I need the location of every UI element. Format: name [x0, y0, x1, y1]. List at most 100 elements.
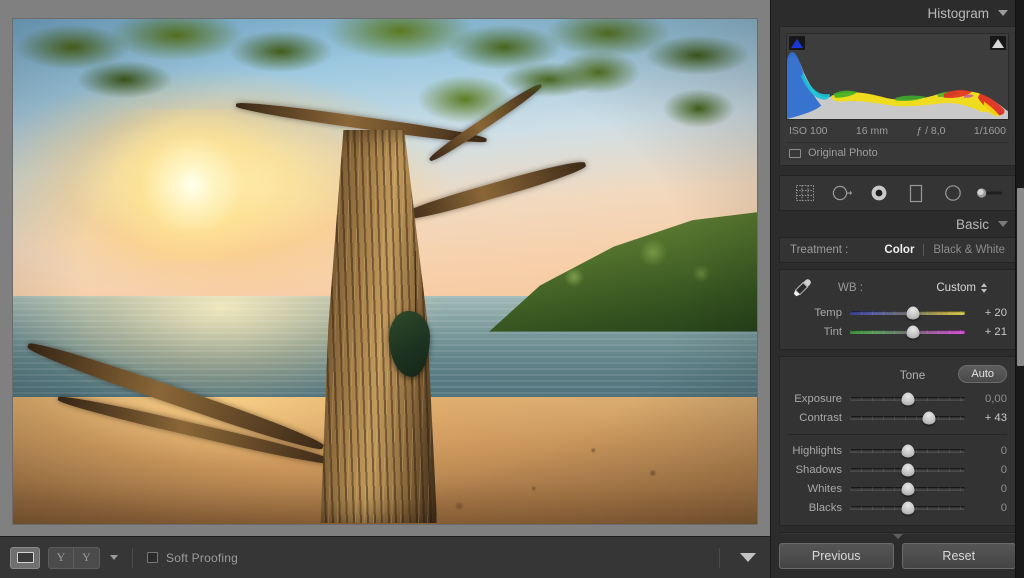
stepper-updown-icon[interactable]: [981, 283, 987, 293]
slider-contrast[interactable]: Contrast + 43: [788, 408, 1007, 427]
basic-panel-body: Treatment : Color Black & White WB: Cus…: [779, 237, 1016, 534]
scrollbar-thumb[interactable]: [1017, 188, 1024, 366]
radial-filter-tool[interactable]: [939, 181, 967, 205]
slider-temp-handle[interactable]: [906, 306, 920, 319]
white-balance-value[interactable]: Custom: [936, 282, 1007, 294]
exif-shutter-speed: 1/1600: [973, 125, 1006, 137]
original-photo-row[interactable]: Original Photo: [786, 142, 1009, 159]
spot-removal-tool[interactable]: [828, 181, 856, 205]
before-after-right-button[interactable]: Y: [74, 546, 100, 569]
auto-tone-button[interactable]: Auto: [958, 365, 1007, 383]
slider-temp-value[interactable]: + 20: [965, 307, 1007, 319]
slider-blacks-value[interactable]: 0: [965, 502, 1007, 514]
rectangle-icon: [789, 148, 801, 158]
slider-tint-label: Tint: [823, 325, 842, 338]
bottom-toolbar: Y Y Soft Proofing: [0, 536, 770, 578]
right-panel-scrollbar[interactable]: [1015, 0, 1024, 578]
panel-footer: Previous Reset: [771, 534, 1024, 578]
slider-tint-track-wrap[interactable]: [850, 325, 965, 339]
slider-tint-handle[interactable]: [906, 325, 920, 338]
exif-aperture: ƒ / 8,0: [916, 125, 946, 137]
white-balance-group: WB : Custom Temp + 20 Tint + 21: [779, 269, 1016, 350]
treatment-option-color[interactable]: Color: [884, 244, 914, 256]
slider-blacks-handle[interactable]: [901, 501, 914, 514]
toolbar-divider: [132, 547, 133, 568]
chevron-down-icon[interactable]: [740, 553, 756, 562]
photo-hanging-rope: [414, 250, 417, 317]
slider-whites-value[interactable]: 0: [965, 483, 1007, 495]
loupe-view-button[interactable]: [10, 546, 40, 569]
white-balance-label: WB :: [838, 282, 863, 294]
graduated-filter-tool[interactable]: [902, 181, 930, 205]
slider-blacks[interactable]: Blacks 0: [788, 498, 1007, 517]
tone-header: Tone Auto: [788, 364, 1007, 386]
slider-whites-handle[interactable]: [901, 482, 914, 495]
slider-contrast-track-wrap[interactable]: [850, 411, 965, 425]
photo-frame[interactable]: [13, 18, 757, 524]
circle-arrow-icon: [832, 185, 852, 201]
slider-highlights-value[interactable]: 0: [965, 445, 1007, 457]
slider-exposure-track-wrap[interactable]: [850, 392, 965, 406]
photo-canopy-foliage-right: [340, 38, 757, 191]
slider-exposure[interactable]: Exposure 0,00: [788, 389, 1007, 408]
highlight-clipping-triangle-icon: [992, 38, 1004, 48]
red-eye-correction-tool[interactable]: [865, 181, 893, 205]
slider-exposure-value[interactable]: 0,00: [965, 393, 1007, 405]
treatment-options: Color Black & White: [884, 244, 1005, 256]
slider-highlights[interactable]: Highlights 0: [788, 441, 1007, 460]
slider-shadows-track-wrap[interactable]: [850, 463, 965, 477]
slider-temp[interactable]: Temp + 20: [788, 303, 1007, 322]
slider-contrast-value[interactable]: + 43: [965, 412, 1007, 424]
slider-highlights-track-wrap[interactable]: [850, 444, 965, 458]
slider-exposure-handle[interactable]: [901, 392, 914, 405]
slider-blacks-track-wrap[interactable]: [850, 501, 965, 515]
content-area: Y Y Soft Proofing: [0, 0, 770, 578]
slider-contrast-track[interactable]: [850, 415, 965, 420]
slider-tint[interactable]: Tint + 21: [788, 322, 1007, 341]
reset-button[interactable]: Reset: [901, 543, 1016, 569]
crop-overlay-tool[interactable]: [791, 181, 819, 205]
photo-preview[interactable]: [13, 18, 757, 524]
before-after-dropdown-icon[interactable]: [110, 555, 118, 560]
crop-grid-icon: [795, 185, 814, 201]
right-panel: Histogram ISO 100 16 mm ƒ / 8,0 1/1600 O…: [770, 0, 1024, 578]
triangle-down-icon[interactable]: [998, 221, 1008, 227]
stepper-down-icon: [981, 289, 987, 293]
histogram-curve: [787, 51, 1008, 119]
slider-shadows-value[interactable]: 0: [965, 464, 1007, 476]
treatment-option-black-and-white[interactable]: Black & White: [933, 244, 1005, 256]
slider-whites-track-wrap[interactable]: [850, 482, 965, 496]
soft-proofing-checkbox[interactable]: [147, 552, 158, 563]
slider-contrast-handle[interactable]: [922, 411, 936, 424]
treatment-row: Treatment : Color Black & White: [779, 237, 1016, 263]
adjustment-brush-tool[interactable]: [976, 181, 1004, 205]
slider-highlights-handle[interactable]: [901, 444, 914, 457]
panel-collapse-triangle-icon[interactable]: [892, 534, 903, 539]
slider-shadows-handle[interactable]: [901, 463, 914, 476]
before-after-left-button[interactable]: Y: [48, 546, 74, 569]
slider-whites[interactable]: Whites 0: [788, 479, 1007, 498]
highlight-clipping-indicator[interactable]: [990, 36, 1006, 50]
image-stage[interactable]: [0, 0, 770, 536]
slider-shadows[interactable]: Shadows 0: [788, 460, 1007, 479]
basic-panel-header[interactable]: Basic: [771, 211, 1024, 237]
previous-button[interactable]: Previous: [779, 543, 894, 569]
white-balance-selector-button[interactable]: [788, 277, 814, 299]
treatment-divider: [923, 244, 925, 256]
tone-divider: [788, 434, 1007, 435]
tone-group: Tone Auto Exposure 0,00 Contrast + 43 Hi…: [779, 356, 1016, 526]
lightroom-develop-window: Y Y Soft Proofing Histogram ISO 100 16 m…: [0, 0, 1024, 578]
slider-whites-label: Whites: [807, 482, 842, 495]
slider-temp-label: Temp: [814, 306, 842, 319]
slider-tint-value[interactable]: + 21: [965, 326, 1007, 338]
triangle-down-icon[interactable]: [998, 10, 1008, 16]
stepper-up-icon: [981, 283, 987, 287]
histogram-box: ISO 100 16 mm ƒ / 8,0 1/1600 Original Ph…: [779, 26, 1016, 166]
histogram-graph[interactable]: [786, 33, 1009, 120]
slider-blacks-label: Blacks: [808, 501, 842, 514]
exif-info-row: ISO 100 16 mm ƒ / 8,0 1/1600: [786, 120, 1009, 140]
shadow-clipping-indicator[interactable]: [789, 36, 805, 50]
circle-outline-icon: [945, 185, 962, 201]
histogram-panel-header[interactable]: Histogram: [771, 0, 1024, 26]
slider-temp-track-wrap[interactable]: [850, 306, 965, 320]
